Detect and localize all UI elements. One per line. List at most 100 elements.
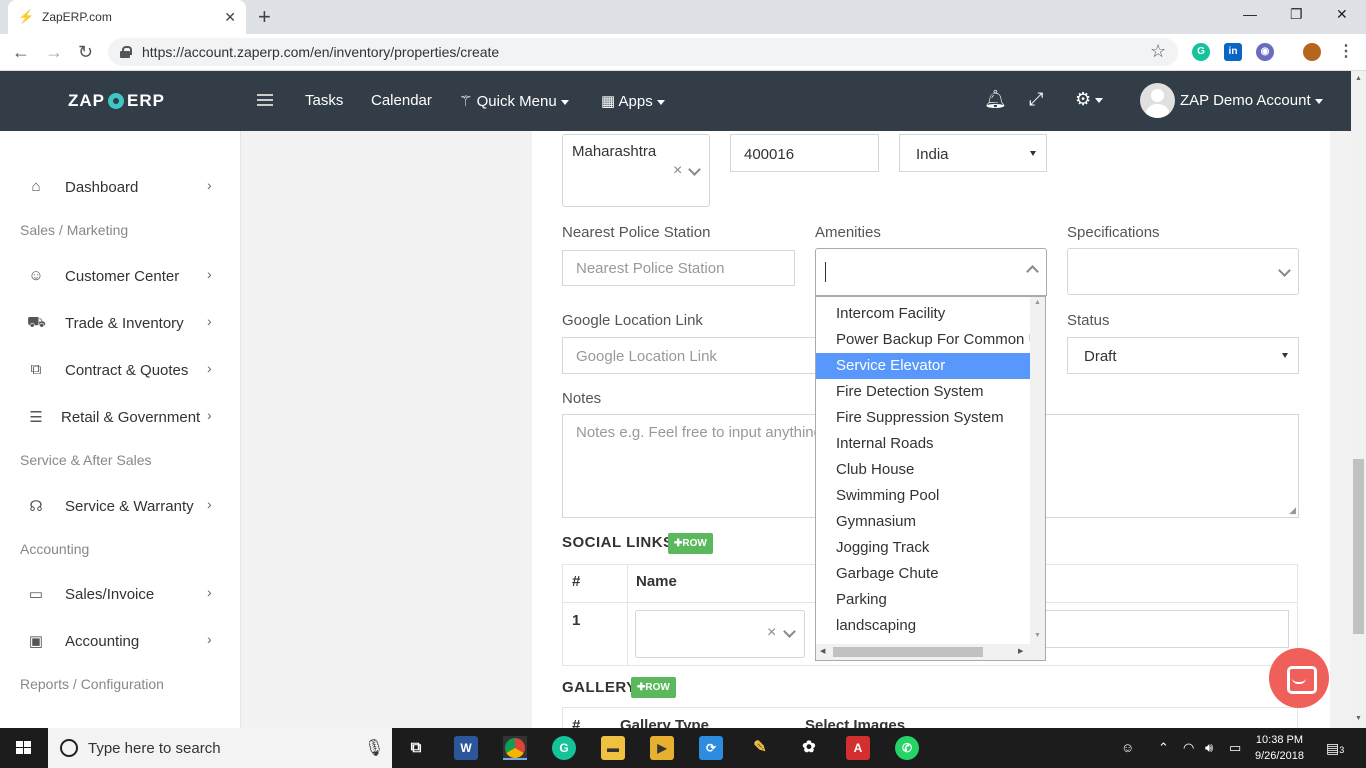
page-scroll-thumb[interactable] [1353, 459, 1364, 634]
dropdown-horizontal-scrollbar[interactable]: ◀ ▶ [816, 644, 1045, 660]
sidebar-item-accounting[interactable]: ▣ Accounting › [0, 628, 240, 658]
extension-icon[interactable]: ◉ [1256, 43, 1274, 61]
browser-tab[interactable]: ⚡ ZapERP.com ✕ [8, 0, 246, 34]
sidebar-item-retail-government[interactable]: ☰ Retail & Government › [0, 404, 240, 434]
zaperp-logo[interactable]: ZAP ERP [68, 91, 165, 111]
clear-icon[interactable]: × [767, 624, 776, 642]
add-social-row-button[interactable]: ✚ROW [668, 533, 713, 554]
status-label: Status [1067, 312, 1110, 329]
pdf-reader-icon[interactable]: A [846, 736, 870, 760]
social-link-input[interactable] [1040, 610, 1289, 648]
country-select[interactable]: India [899, 134, 1047, 172]
amenity-option-highlighted[interactable]: Service Elevator [816, 353, 1030, 379]
word-icon[interactable]: W [454, 736, 478, 760]
scroll-down-icon[interactable]: ▼ [1034, 632, 1041, 639]
taskbar-search[interactable]: Type here to search 🎙︎ [48, 728, 392, 768]
amenity-option[interactable]: Internal Roads [816, 431, 1030, 457]
add-gallery-row-button[interactable]: ✚ROW [631, 677, 676, 698]
file-explorer-icon[interactable]: ▬ [601, 736, 625, 760]
google-location-input[interactable]: Google Location Link [562, 337, 822, 374]
back-icon[interactable]: ← [12, 42, 30, 63]
scroll-left-icon[interactable]: ◀ [820, 647, 825, 655]
grammarly-extension-icon[interactable]: G [1192, 43, 1210, 61]
wifi-icon[interactable]: ◠ [1183, 740, 1194, 756]
notification-center-icon[interactable]: ▤3 [1326, 740, 1344, 757]
close-tab-icon[interactable]: ✕ [224, 9, 236, 26]
amenity-option[interactable]: Gymnasium [816, 509, 1030, 535]
avatar[interactable] [1140, 83, 1175, 118]
amenity-option[interactable]: Intercom Facility [816, 301, 1030, 327]
state-select[interactable]: Maharashtra × [562, 134, 710, 207]
sync-app-icon[interactable]: ⟳ [699, 736, 723, 760]
whatsapp-icon[interactable]: ✆ [895, 736, 919, 760]
scroll-up-icon[interactable]: ▲ [1034, 299, 1041, 306]
police-station-input[interactable]: Nearest Police Station [562, 250, 795, 286]
dropdown-vertical-scrollbar[interactable]: ▲ ▼ [1030, 297, 1045, 644]
sidebar-item-customer-center[interactable]: ☺ Customer Center › [0, 263, 240, 293]
sidebar-item-trade-inventory[interactable]: ⛟ Trade & Inventory › [0, 310, 240, 340]
sidebar-item-service-warranty[interactable]: ☊ Service & Warranty › [0, 493, 240, 523]
sidebar-item-contract-quotes[interactable]: ⧉ Contract & Quotes › [0, 357, 240, 387]
fullscreen-icon[interactable]: ⤢ [1029, 89, 1043, 110]
specifications-select[interactable] [1067, 248, 1299, 295]
bookmark-star-icon[interactable]: ☆ [1150, 41, 1166, 62]
url-bar[interactable]: https://account.zaperp.com/en/inventory/… [108, 38, 1178, 66]
chat-launcher-icon[interactable] [1269, 648, 1329, 708]
taskbar-clock[interactable]: 10:38 PM 9/26/2018 [1255, 732, 1304, 764]
forward-icon[interactable]: → [45, 42, 63, 63]
sidebar-item-sales-invoice[interactable]: ▭ Sales/Invoice › [0, 581, 240, 611]
amenity-option[interactable]: Garbage Chute [816, 561, 1030, 587]
amenity-option[interactable]: landscaping [816, 613, 1030, 639]
chrome-menu-icon[interactable]: ⋮ [1337, 43, 1355, 61]
gear-icon[interactable]: ⚙ [1075, 89, 1104, 110]
clear-icon[interactable]: × [673, 162, 682, 180]
new-tab-icon[interactable]: + [258, 4, 271, 30]
amenity-option[interactable]: Swimming Pool [816, 483, 1030, 509]
amenity-option[interactable]: Jogging Track [816, 535, 1030, 561]
amenity-option[interactable]: Fire Suppression System [816, 405, 1030, 431]
apps-dropdown[interactable]: ▦ Apps [601, 92, 665, 110]
status-select[interactable]: Draft [1067, 337, 1299, 374]
wallet-icon: ▣ [28, 633, 44, 650]
microphone-icon[interactable]: 🎙︎ [364, 738, 384, 758]
tab-title: ZapERP.com [42, 10, 112, 24]
chevron-up-icon[interactable]: ⌃ [1158, 740, 1169, 756]
account-dropdown[interactable]: ZAP Demo Account [1180, 92, 1323, 109]
hamburger-menu-icon[interactable] [257, 94, 273, 106]
bell-icon[interactable]: 🔔︎ [984, 89, 1007, 110]
scroll-up-icon[interactable]: ▲ [1355, 75, 1362, 82]
linkedin-extension-icon[interactable]: in [1224, 43, 1242, 61]
scroll-thumb[interactable] [833, 647, 983, 657]
grammarly-icon[interactable]: G [552, 736, 576, 760]
minimize-icon[interactable]: — [1243, 6, 1257, 22]
paint-app-icon[interactable]: ✿ [797, 736, 821, 760]
battery-icon[interactable]: ▭ [1229, 740, 1241, 756]
sidebar-item-dashboard[interactable]: ⌂ Dashboard › [0, 174, 240, 204]
quick-menu-dropdown[interactable]: ⚚ Quick Menu [459, 92, 569, 110]
account-name: ZAP Demo Account [1180, 92, 1311, 109]
page-scrollbar[interactable]: ▲ ▼ [1351, 71, 1366, 728]
people-icon[interactable]: ☺ [1121, 740, 1134, 755]
amenity-option[interactable]: Power Backup For Common U [816, 327, 1030, 353]
restore-icon[interactable]: ❐ [1290, 6, 1303, 23]
close-window-icon[interactable]: ✕ [1336, 6, 1348, 23]
windows-start-icon[interactable] [16, 741, 32, 755]
resize-handle-icon[interactable]: ◢ [1289, 505, 1296, 516]
amenity-option[interactable]: Fire Detection System [816, 379, 1030, 405]
chrome-icon[interactable] [503, 736, 527, 760]
profile-icon[interactable] [1303, 43, 1321, 61]
pincode-input[interactable]: 400016 [730, 134, 879, 172]
tool-app-icon[interactable]: ✎ [748, 736, 772, 760]
scroll-right-icon[interactable]: ▶ [1018, 647, 1023, 655]
scroll-down-icon[interactable]: ▼ [1355, 715, 1362, 722]
media-player-icon[interactable]: ▶ [650, 736, 674, 760]
reload-icon[interactable]: ↻ [78, 42, 93, 63]
amenity-option[interactable]: Club House [816, 457, 1030, 483]
calendar-link[interactable]: Calendar [371, 92, 432, 109]
amenities-select[interactable] [815, 248, 1047, 296]
task-view-icon[interactable]: ⧉ [404, 736, 428, 760]
social-name-select[interactable]: × [635, 610, 805, 658]
amenity-option[interactable]: Parking [816, 587, 1030, 613]
volume-icon[interactable]: 🔊︎ [1205, 740, 1213, 756]
tasks-link[interactable]: Tasks [305, 92, 343, 109]
